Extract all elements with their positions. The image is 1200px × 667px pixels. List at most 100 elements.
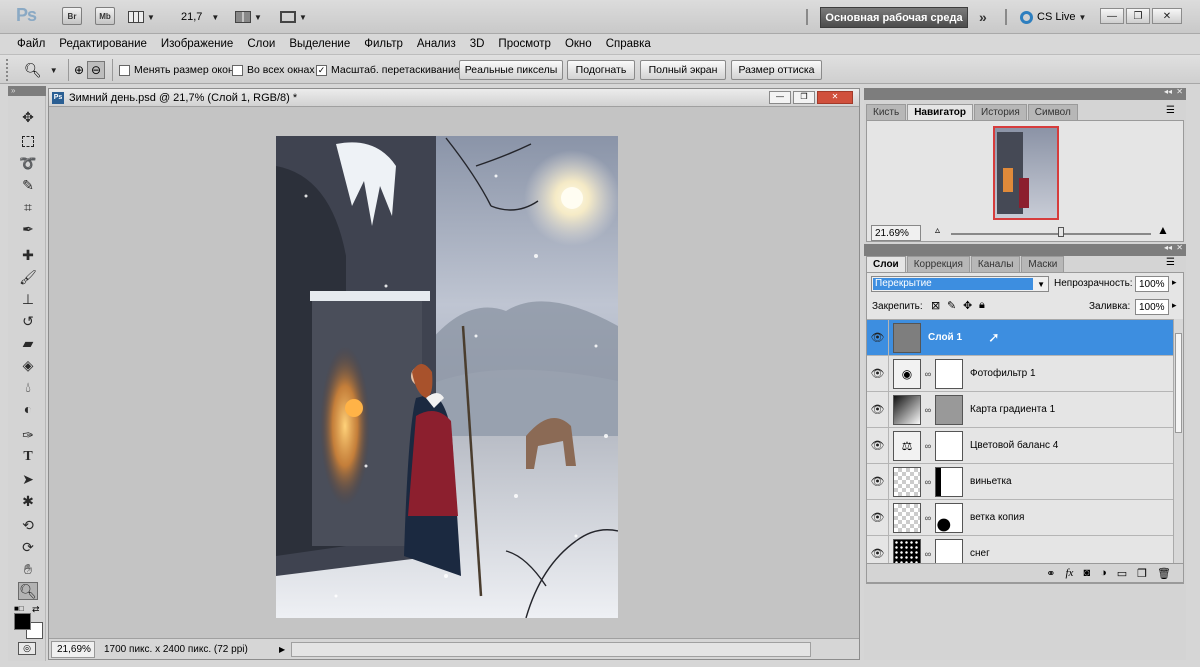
- doc-close-button[interactable]: ✕: [817, 91, 853, 104]
- print-size-button[interactable]: Размер оттиска: [731, 60, 822, 80]
- layer-row[interactable]: 👁︎ ∞ Карта градиента 1: [867, 391, 1173, 428]
- layer-mask-thumbnail[interactable]: [935, 358, 963, 389]
- tab-adjustments[interactable]: Коррекция: [906, 256, 970, 272]
- layers-collapse-bar[interactable]: ◂◂ ✕: [864, 243, 1186, 256]
- default-colors-icon[interactable]: ■□: [14, 604, 24, 613]
- custom-shape-tool-icon[interactable]: ✱: [18, 492, 38, 510]
- eraser-tool-icon[interactable]: ▰: [18, 334, 38, 352]
- scrubby-zoom-checkbox[interactable]: ✓ Масштаб. перетаскиванием: [316, 61, 467, 79]
- pen-tool-icon[interactable]: ✑: [18, 426, 38, 444]
- tab-brush[interactable]: Кисть: [866, 104, 907, 120]
- zoom-out-icon[interactable]: ⊖: [87, 61, 105, 79]
- layer-name[interactable]: Фотофильтр 1: [970, 368, 1036, 379]
- new-layer-icon[interactable]: ❐: [1137, 567, 1147, 580]
- screen-mode-dropdown[interactable]: ▼: [280, 7, 307, 27]
- chain-link-icon[interactable]: ∞: [923, 369, 933, 379]
- crop-tool-icon[interactable]: ⌗: [18, 198, 38, 216]
- brush-tool-icon[interactable]: 🖌︎: [18, 268, 38, 286]
- blur-tool-icon[interactable]: 💧︎: [18, 378, 38, 396]
- view-extras-dropdown[interactable]: ▼: [128, 7, 155, 27]
- menu-layer[interactable]: Слои: [240, 38, 282, 50]
- marquee-tool-icon[interactable]: [18, 132, 38, 150]
- tool-preset-picker[interactable]: 🔍︎ ▼: [24, 61, 58, 79]
- eye-icon[interactable]: 👁︎: [867, 499, 889, 536]
- lock-all-icon[interactable]: 🔒︎: [979, 299, 985, 312]
- menu-window[interactable]: Окно: [558, 38, 599, 50]
- type-tool-icon[interactable]: T: [18, 448, 38, 466]
- panel-menu-icon[interactable]: ☰: [1166, 257, 1175, 268]
- status-menu-arrow-icon[interactable]: ▶: [279, 645, 285, 654]
- tab-history[interactable]: История: [974, 104, 1027, 120]
- navigator-zoom-field[interactable]: 21.69%: [871, 225, 921, 241]
- maximize-button[interactable]: ❐: [1126, 8, 1150, 24]
- link-layers-icon[interactable]: ⚭: [1046, 567, 1055, 580]
- menu-help[interactable]: Справка: [599, 38, 658, 50]
- canvas-area[interactable]: [49, 108, 859, 637]
- layer-name[interactable]: Карта градиента 1: [970, 404, 1055, 415]
- eye-icon[interactable]: 👁︎: [867, 355, 889, 392]
- zoom-out-small-icon[interactable]: ▵: [935, 225, 940, 236]
- full-screen-button[interactable]: Полный экран: [640, 60, 726, 80]
- tab-layers[interactable]: Слои: [866, 256, 906, 272]
- new-group-icon[interactable]: ▭: [1117, 567, 1127, 580]
- 3d-rotate-tool-icon[interactable]: ⟲: [18, 516, 38, 534]
- menu-3d[interactable]: 3D: [463, 38, 492, 50]
- quick-selection-tool-icon[interactable]: ✎: [18, 176, 38, 194]
- menu-view[interactable]: Просмотр: [491, 38, 558, 50]
- blend-mode-dropdown[interactable]: Перекрытие ▼: [871, 276, 1049, 292]
- resize-windows-checkbox[interactable]: Менять размер окон: [119, 61, 234, 79]
- swap-colors-icon[interactable]: ⇄: [32, 604, 40, 615]
- menu-image[interactable]: Изображение: [154, 38, 240, 50]
- tab-masks[interactable]: Маски: [1021, 256, 1065, 272]
- new-adjustment-icon[interactable]: ◑: [1100, 567, 1107, 579]
- move-tool-icon[interactable]: ✥: [18, 108, 38, 126]
- horizontal-scrollbar[interactable]: [291, 641, 812, 657]
- lock-image-icon[interactable]: ✎: [947, 299, 956, 312]
- paint-bucket-tool-icon[interactable]: ◈: [18, 356, 38, 374]
- lock-transparency-icon[interactable]: ⊠: [931, 299, 940, 312]
- layer-mask-thumbnail[interactable]: [935, 430, 963, 461]
- layer-name[interactable]: виньетка: [970, 476, 1012, 487]
- menu-select[interactable]: Выделение: [282, 38, 357, 50]
- minimize-button[interactable]: —: [1100, 8, 1124, 24]
- chain-link-icon[interactable]: ∞: [923, 477, 933, 487]
- chain-link-icon[interactable]: ∞: [923, 513, 933, 523]
- chain-link-icon[interactable]: ∞: [923, 549, 933, 559]
- layer-style-icon[interactable]: fx: [1065, 567, 1073, 579]
- fill-field[interactable]: 100%: [1135, 299, 1169, 315]
- menu-file[interactable]: Файл: [10, 38, 52, 50]
- scrollbar-thumb[interactable]: [1175, 333, 1182, 433]
- eye-icon[interactable]: 👁︎: [867, 320, 889, 356]
- history-brush-tool-icon[interactable]: ↺: [18, 312, 38, 330]
- eye-icon[interactable]: 👁︎: [867, 463, 889, 500]
- menu-edit[interactable]: Редактирование: [52, 38, 154, 50]
- layer-mask-thumbnail[interactable]: [935, 394, 963, 425]
- tab-navigator[interactable]: Навигатор: [907, 104, 973, 120]
- menu-filter[interactable]: Фильтр: [357, 38, 410, 50]
- layer-name[interactable]: снег: [970, 548, 990, 559]
- opacity-slider-arrow-icon[interactable]: ▸: [1172, 277, 1177, 288]
- layer-row[interactable]: 👁︎ Слой 1 ➚: [867, 320, 1173, 356]
- layer-mask-thumbnail[interactable]: [935, 466, 963, 497]
- layer-name[interactable]: Слой 1: [928, 332, 962, 343]
- navigator-preview[interactable]: [993, 126, 1059, 220]
- zoom-in-icon[interactable]: ⊕: [71, 61, 87, 79]
- hand-tool-icon[interactable]: ✋︎: [18, 560, 38, 578]
- dodge-tool-icon[interactable]: ◐: [18, 400, 38, 418]
- layer-row[interactable]: 👁︎ ⚖ ∞ Цветовой баланс 4: [867, 427, 1173, 464]
- panel-menu-icon[interactable]: ☰: [1166, 105, 1175, 116]
- delete-layer-icon[interactable]: 🗑︎: [1157, 567, 1171, 580]
- lock-position-icon[interactable]: ✥: [963, 299, 972, 312]
- bridge-button[interactable]: Br: [62, 7, 82, 25]
- chain-link-icon[interactable]: ∞: [923, 405, 933, 415]
- eye-icon[interactable]: 👁︎: [867, 427, 889, 464]
- layer-row[interactable]: 👁︎ ∞ виньетка: [867, 463, 1173, 500]
- zoom-level-dropdown[interactable]: 21,7 ▼: [181, 7, 219, 27]
- zoom-field[interactable]: 21,69%: [51, 640, 95, 658]
- lasso-tool-icon[interactable]: ➰: [18, 154, 38, 172]
- tools-collapse-bar[interactable]: »: [8, 86, 46, 96]
- healing-brush-tool-icon[interactable]: ✚: [18, 246, 38, 264]
- tab-character[interactable]: Символ: [1027, 104, 1078, 120]
- clone-stamp-tool-icon[interactable]: ⊥: [18, 290, 38, 308]
- options-grip[interactable]: [6, 59, 14, 81]
